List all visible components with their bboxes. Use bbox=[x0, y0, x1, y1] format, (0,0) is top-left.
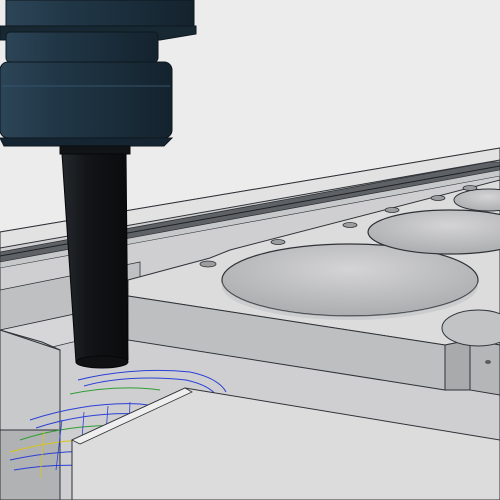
cad-3d-viewport[interactable] bbox=[0, 0, 500, 500]
large-bore[interactable] bbox=[221, 243, 479, 320]
scene-canvas[interactable] bbox=[0, 0, 500, 500]
spindle[interactable] bbox=[0, 0, 197, 147]
left-block[interactable] bbox=[0, 329, 61, 500]
